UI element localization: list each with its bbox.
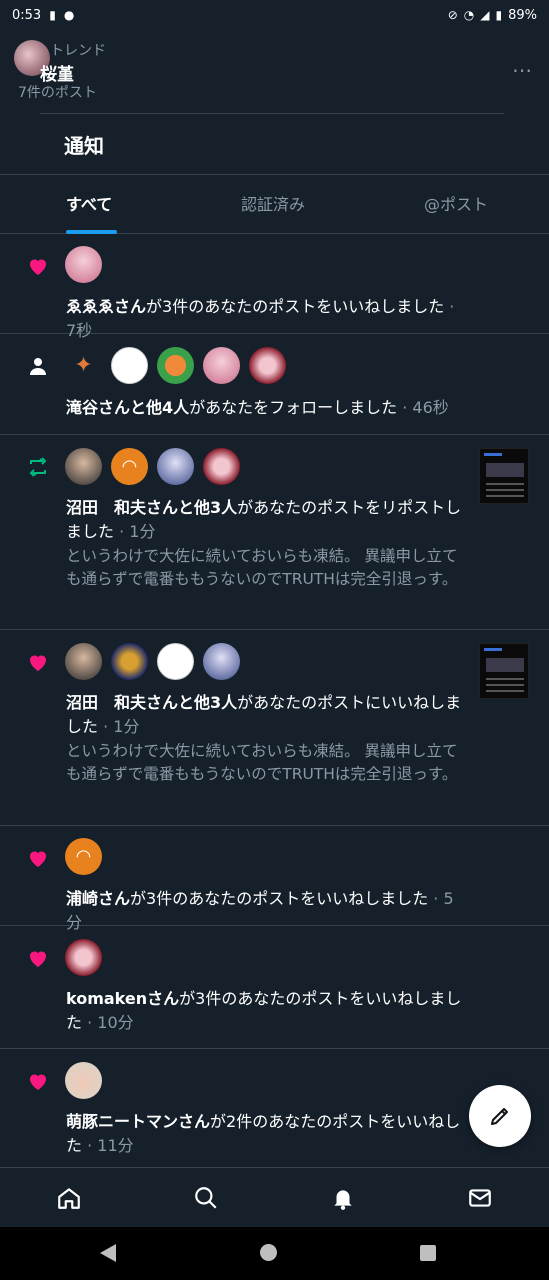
page-title: 通知 [64, 134, 104, 158]
person-icon [26, 354, 50, 378]
app-notification-icon: ● [63, 8, 75, 22]
tab-bar: すべて 認証済み @ポスト [0, 174, 549, 234]
notification-text: komakenさんが3件のあなたのポストをいいねしました · 10分 [66, 989, 462, 1032]
avatar[interactable] [157, 448, 194, 485]
search-icon [195, 1187, 217, 1209]
mute-icon: ⊘ [447, 8, 458, 22]
avatar[interactable] [111, 643, 148, 680]
avatar[interactable] [65, 448, 102, 485]
nav-search[interactable] [192, 1184, 220, 1212]
notification-item[interactable]: ◠ 浦崎さんが3件のあなたのポストをいいねしました · 5分 [0, 826, 549, 932]
notification-text: 萌豚ニートマンさんが2件のあなたのポストをいいねした · 11分 [66, 1112, 461, 1155]
notification-text: 沼田 和夫さんと他3人があなたのポストをリポストしました · 1分 [66, 498, 462, 541]
clock: 0:53 [12, 7, 42, 23]
notification-item[interactable]: 沼田 和夫さんと他3人があなたのポストにいいねしました · 1分 というわけで大… [0, 630, 549, 826]
heart-icon [26, 650, 50, 674]
notification-item[interactable]: 萌豚ニートマンさんが2件のあなたのポストをいいねした · 11分 [0, 1049, 549, 1167]
system-nav-bar [0, 1227, 549, 1280]
avatar[interactable] [157, 643, 194, 680]
tab-verified[interactable]: 認証済み [241, 191, 305, 215]
avatar[interactable] [203, 347, 240, 384]
avatar[interactable]: ◠ [111, 448, 148, 485]
repost-icon [26, 455, 50, 479]
notification-item[interactable]: komakenさんが3件のあなたのポストをいいねしました · 10分 [0, 926, 549, 1049]
avatar[interactable] [157, 347, 194, 384]
post-count: 7件のポスト [18, 85, 97, 101]
nav-notifications[interactable] [329, 1184, 357, 1212]
battery-level: 89% [508, 7, 537, 23]
pencil-icon [491, 1108, 508, 1125]
post-thumbnail[interactable] [479, 643, 529, 699]
avatar[interactable]: ✦ [65, 347, 102, 384]
avatar[interactable] [65, 246, 102, 283]
nav-home[interactable] [55, 1184, 83, 1212]
quoted-post-text: というわけで大佐に続いておいらも凍結。 異議申し立ても通らずで電番ももうないので… [66, 742, 458, 783]
tab-all[interactable]: すべて [66, 191, 112, 215]
signal-icon: ◢ [480, 8, 490, 22]
avatar[interactable] [249, 347, 286, 384]
notification-text: 沼田 和夫さんと他3人があなたのポストにいいねしました · 1分 [66, 693, 462, 736]
battery-icon: ▮ [495, 8, 503, 22]
heart-icon [26, 946, 50, 970]
notification-item[interactable]: ✦ 滝谷さんと他4人があなたをフォローしました · 46秒 [0, 334, 549, 435]
bell-icon [334, 1190, 352, 1210]
more-icon[interactable]: ⋯ [512, 58, 533, 82]
compose-button[interactable] [469, 1085, 531, 1147]
home-circle-icon[interactable] [260, 1244, 277, 1261]
avatar[interactable] [65, 1062, 102, 1099]
heart-icon [26, 254, 50, 278]
quoted-post-text: というわけで大佐に続いておいらも凍結。 異議申し立ても通らずで電番ももうないので… [66, 547, 458, 588]
bottom-nav [0, 1167, 549, 1227]
notification-item[interactable]: ゑゑゑさんが3件のあなたのポストをいいねしました · 7秒 [0, 234, 549, 340]
heart-icon [26, 1069, 50, 1093]
avatar[interactable] [65, 939, 102, 976]
avatar[interactable] [111, 347, 148, 384]
avatar[interactable] [203, 643, 240, 680]
heart-icon [26, 846, 50, 870]
status-bar: 0:53 ▮ ● ⊘ ◔ ◢ ▮ 89% [0, 0, 549, 30]
home-icon [58, 1188, 80, 1209]
post-thumbnail[interactable] [479, 448, 529, 504]
recent-apps-icon[interactable] [420, 1245, 436, 1261]
trend-label: トレンド [50, 43, 106, 59]
nav-messages[interactable] [466, 1184, 494, 1212]
notification-text: 滝谷さんと他4人があなたをフォローしました · 46秒 [66, 398, 449, 417]
nfc-icon: ▮ [49, 8, 56, 22]
avatar[interactable] [65, 643, 102, 680]
divider [40, 113, 504, 114]
avatar[interactable]: ◠ [65, 838, 102, 875]
notification-item[interactable]: ◠ 沼田 和夫さんと他3人があなたのポストをリポストしました · 1分 というわ… [0, 435, 549, 630]
profile-header: トレンド 桜堇 7件のポスト ⋯ [0, 34, 549, 114]
avatar[interactable] [203, 448, 240, 485]
wifi-icon: ◔ [463, 8, 475, 22]
tab-mentions[interactable]: @ポスト [424, 191, 488, 215]
back-icon[interactable] [100, 1244, 116, 1262]
mail-icon [469, 1189, 491, 1207]
